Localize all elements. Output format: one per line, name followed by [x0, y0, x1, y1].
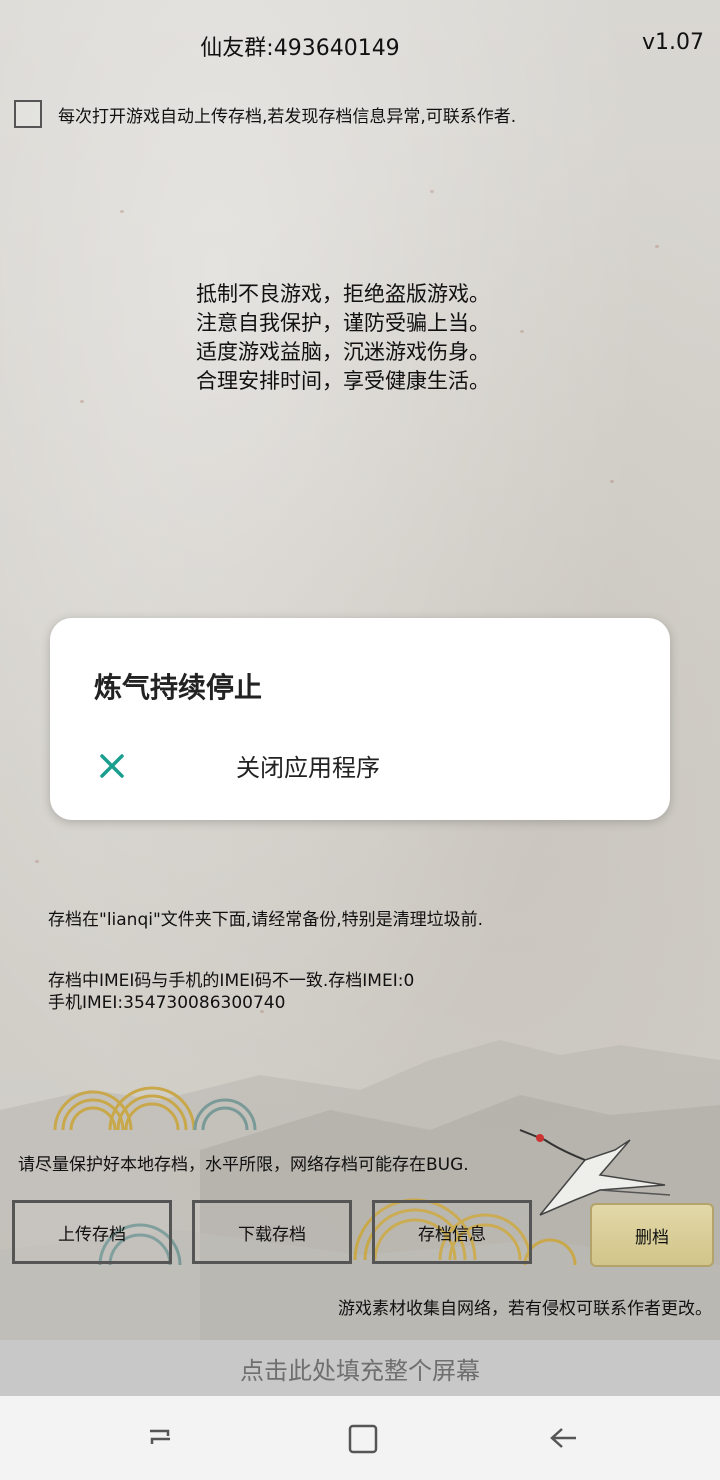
group-number: 仙友群:493640149: [200, 36, 400, 61]
delete-save-button[interactable]: 删档: [590, 1203, 714, 1267]
recent-apps-icon[interactable]: [140, 1418, 180, 1458]
slogan-line: 注意自我保护，谨防受骗上当。: [196, 311, 490, 335]
imei-line: 存档中IMEI码与手机的IMEI码不一致.存档IMEI:0: [48, 971, 415, 991]
close-app-label: 关闭应用程序: [236, 754, 380, 782]
slogan-line: 适度游戏益脑，沉迷游戏伤身。: [196, 340, 490, 364]
system-nav-bar: [0, 1396, 720, 1480]
auto-upload-checkbox[interactable]: [14, 100, 42, 128]
upload-save-button[interactable]: 上传存档: [12, 1200, 172, 1264]
dialog-title: 炼气持续停止: [94, 671, 263, 704]
imei-line: 手机IMEI:354730086300740: [48, 993, 286, 1013]
back-icon[interactable]: [544, 1418, 584, 1458]
app-stopped-dialog: 炼气持续停止 关闭应用程序: [50, 618, 670, 820]
home-icon[interactable]: [342, 1418, 382, 1458]
close-app-action[interactable]: 关闭应用程序: [94, 748, 380, 788]
auto-upload-label: 每次打开游戏自动上传存档,若发现存档信息异常,可联系作者.: [58, 106, 517, 127]
imei-info: 存档中IMEI码与手机的IMEI码不一致.存档IMEI:0 手机IMEI:354…: [48, 970, 414, 1014]
version-label: v1.07: [641, 30, 704, 55]
save-info-button[interactable]: 存档信息: [372, 1200, 532, 1264]
fill-screen-button[interactable]: 点击此处填充整个屏幕: [0, 1340, 720, 1396]
backup-info: 存档在"lianqi"文件夹下面,请经常备份,特别是清理垃圾前.: [48, 910, 484, 930]
asset-credit: 游戏素材收集自网络，若有侵权可联系作者更改。: [338, 1299, 712, 1319]
close-icon: [94, 748, 130, 788]
download-save-button[interactable]: 下载存档: [192, 1200, 352, 1264]
health-slogans: 抵制不良游戏，拒绝盗版游戏。 注意自我保护，谨防受骗上当。 适度游戏益脑，沉迷游…: [196, 280, 490, 396]
auto-upload-row[interactable]: 每次打开游戏自动上传存档,若发现存档信息异常,可联系作者.: [14, 100, 516, 128]
network-warning: 请尽量保护好本地存档，水平所限，网络存档可能存在BUG.: [18, 1155, 469, 1175]
slogan-line: 抵制不良游戏，拒绝盗版游戏。: [196, 282, 490, 306]
slogan-line: 合理安排时间，享受健康生活。: [196, 369, 490, 393]
